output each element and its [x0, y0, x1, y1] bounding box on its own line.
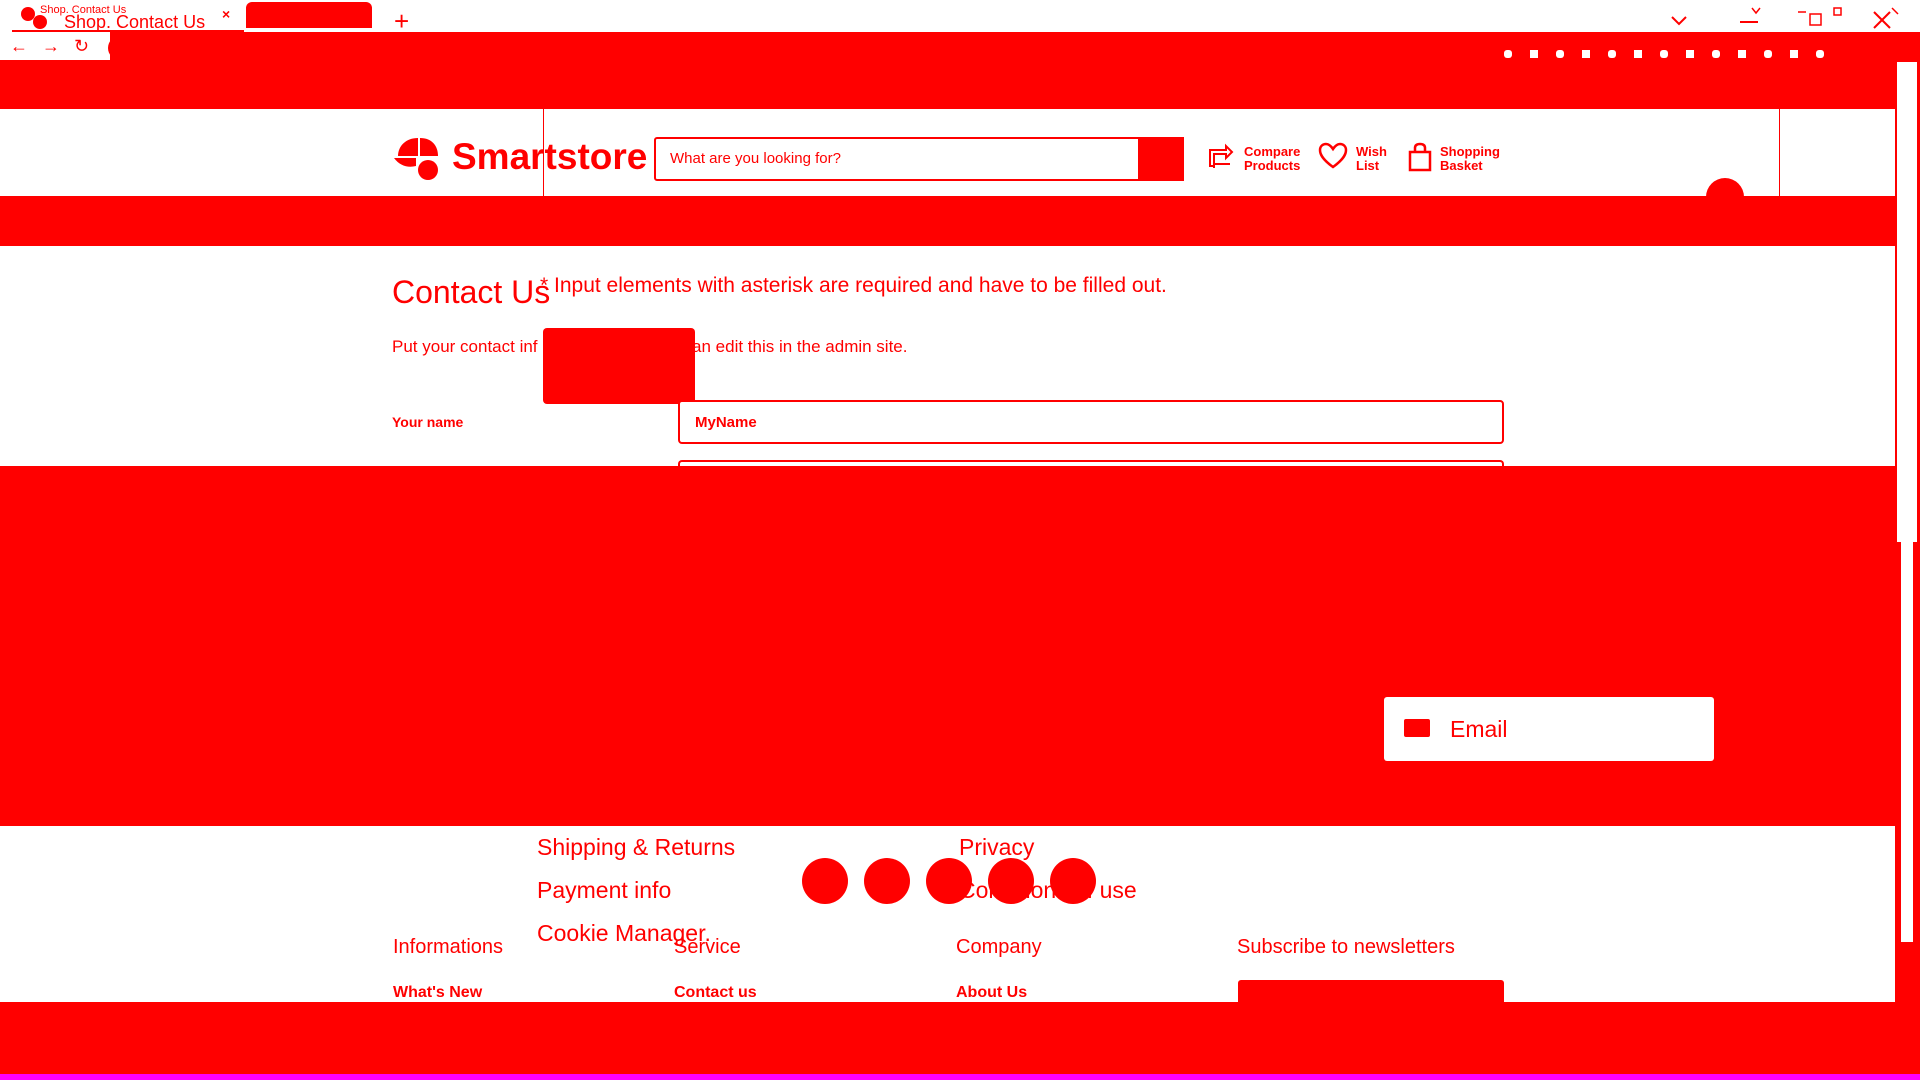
footer-heading-company: Company [956, 936, 1042, 958]
heart-icon[interactable] [1318, 142, 1348, 170]
footer-link-about-us[interactable]: About Us [956, 984, 1027, 1002]
shopping-basket-link[interactable]: Shopping Basket [1440, 145, 1500, 173]
store-logo-text[interactable]: Smartstore [452, 136, 647, 178]
browser-tab-inactive[interactable] [246, 2, 372, 28]
compare-products-link[interactable]: Compare Products [1244, 145, 1300, 173]
minimize-icon[interactable] [1736, 4, 1766, 30]
facebook-icon[interactable] [802, 858, 848, 904]
newsletter-email-input[interactable] [1238, 980, 1504, 1004]
footer-link-payment[interactable]: Payment info [537, 877, 671, 904]
intro-text-right: can edit this in the admin site. [683, 337, 908, 356]
envelope-icon [1404, 719, 1430, 737]
back-icon[interactable]: ← [10, 36, 28, 57]
main-navigation-bar [0, 196, 1895, 246]
scrollbar-region [1897, 62, 1917, 542]
basket-label-1: Shopping [1440, 144, 1500, 159]
required-fields-note: * Input elements with asterisk are requi… [540, 274, 1167, 297]
footer-link-conditions[interactable]: Conditions of use [959, 877, 1137, 904]
tab-title[interactable]: Shop. Contact Us [64, 12, 205, 33]
tab-list-chevron-icon[interactable] [1668, 10, 1690, 32]
footer-link-whats-new[interactable]: What's New [393, 984, 482, 1002]
shopping-bag-icon[interactable] [1406, 142, 1434, 172]
basket-label-2: Basket [1440, 158, 1483, 173]
instagram-icon[interactable] [1050, 858, 1096, 904]
address-bar[interactable] [108, 36, 1488, 60]
footer-link-contact-us[interactable]: Contact us [674, 984, 757, 1002]
search-placeholder: What are you looking for? [670, 150, 841, 167]
screen-edge [0, 1074, 1920, 1080]
tab-close-icon[interactable]: × [222, 6, 230, 22]
page-title: Contact Us [392, 274, 551, 310]
reload-icon[interactable]: ↻ [74, 36, 89, 57]
scrollbar-thumb[interactable] [1901, 542, 1913, 942]
wish-label-1: Wish [1356, 144, 1387, 159]
footer-heading-newsletter: Subscribe to newsletters [1237, 936, 1455, 958]
footer-link-shipping[interactable]: Shipping & Returns [537, 834, 735, 861]
compare-label-1: Compare [1244, 144, 1301, 159]
name-field[interactable] [678, 400, 1504, 444]
taskbar [0, 1002, 1895, 1074]
pinterest-icon[interactable] [926, 858, 972, 904]
header-divider [1779, 108, 1780, 196]
twitter-icon[interactable] [864, 858, 910, 904]
wish-list-link[interactable]: Wish List [1356, 145, 1387, 173]
footer-heading-service: Service [674, 936, 741, 958]
name-field-value: MyName [695, 414, 757, 431]
search-button[interactable] [1138, 137, 1184, 181]
email-button-label: Email [1450, 716, 1508, 742]
restore-icon[interactable] [1796, 6, 1846, 32]
footer [0, 826, 1895, 1002]
forward-icon[interactable]: → [42, 36, 60, 57]
close-window-icon[interactable] [1870, 6, 1900, 32]
intro-text-left: Put your contact inf [392, 337, 538, 356]
compare-label-2: Products [1244, 158, 1301, 173]
youtube-icon[interactable] [988, 858, 1034, 904]
email-button[interactable] [1384, 697, 1714, 761]
extension-icons[interactable] [1480, 46, 1920, 62]
footer-heading-informations: Informations [393, 936, 504, 958]
smartstore-logo-icon[interactable] [392, 136, 444, 182]
overlay-block [543, 328, 695, 404]
footer-link-privacy[interactable]: Privacy [959, 834, 1034, 861]
wish-label-2: List [1356, 158, 1380, 173]
form-overlay-region [0, 466, 1895, 826]
compare-icon[interactable] [1206, 142, 1234, 172]
name-field-label: Your name [392, 414, 464, 430]
